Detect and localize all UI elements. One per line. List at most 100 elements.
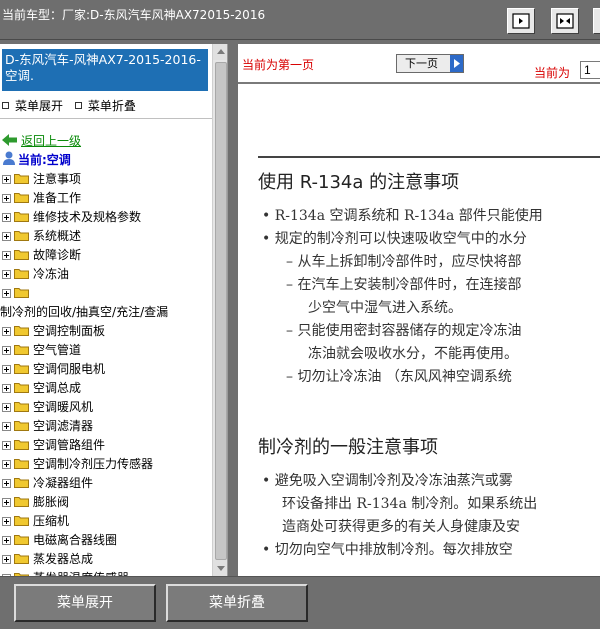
top-bar: 当前车型：厂家:D-东风汽车风神AX72015-2016 [0, 0, 600, 40]
tree-item[interactable]: 注意事项 [2, 170, 214, 189]
tree-item[interactable]: 电磁离合器线圈 [2, 531, 214, 550]
menu-group-a: 注意事项准备工作 维修技术及规格参数系统概述故障诊断 冷冻油 [2, 170, 214, 303]
tree-item-label: 膨胀阀 [33, 495, 70, 509]
tree-item[interactable]: 空调总成 [2, 379, 214, 398]
expand-node-icon[interactable] [2, 194, 11, 203]
tree-item[interactable]: 空调控制面板 [2, 322, 214, 341]
expand-menu-link[interactable]: 菜单展开 [2, 97, 63, 114]
tree-item[interactable]: 空气管道 [2, 341, 214, 360]
tree-item-label: 压缩机 [33, 514, 70, 528]
tree-item-label: 冷凝器组件 [33, 476, 94, 490]
expand-node-icon[interactable] [2, 498, 11, 507]
current-node: 当前:空调 [2, 151, 214, 170]
expand-node-icon[interactable] [2, 441, 11, 450]
square-icon [74, 102, 82, 109]
tree-item-label: 电磁离合器线圈 [33, 533, 118, 547]
folder-icon [14, 285, 29, 298]
back-arrow-icon [2, 134, 17, 146]
expand-node-icon[interactable] [2, 384, 11, 393]
tree-item[interactable]: 空调制冷剂压力传感器 [2, 455, 214, 474]
tree-item[interactable]: 冷冻油 [2, 265, 214, 284]
expand-node-icon[interactable] [2, 365, 11, 374]
folder-icon [14, 266, 29, 279]
document-text-line: – 只能使用密封容器储存的规定冷冻油 [286, 323, 522, 339]
footer-collapse-button[interactable]: 菜单折叠 [166, 584, 308, 622]
tree-item[interactable]: 维修技术及规格参数 [2, 208, 214, 227]
expand-node-icon[interactable] [2, 175, 11, 184]
page-number-input[interactable] [580, 61, 600, 79]
folder-icon [14, 418, 29, 431]
tree-item[interactable]: 空调管路组件 [2, 436, 214, 455]
expand-node-icon[interactable] [2, 289, 11, 298]
document-text-line: – 切勿让冷冻油 （东风风神空调系统 [286, 369, 512, 385]
tree-item[interactable]: 压缩机 [2, 512, 214, 531]
tree-item[interactable]: 空调滤清器 [2, 417, 214, 436]
folder-icon [14, 513, 29, 526]
page-info: 当前为第一页 [242, 58, 315, 72]
expand-node-icon[interactable] [2, 479, 11, 488]
menu-scrollbar[interactable] [212, 44, 227, 576]
tree-item[interactable]: 系统概述 [2, 227, 214, 246]
heading-r134a-precautions: 使用 R-134a 的注意事项 [258, 172, 460, 193]
folder-icon [14, 342, 29, 355]
scroll-down-button[interactable] [213, 560, 227, 576]
folder-icon [14, 380, 29, 393]
square-icon [2, 102, 9, 109]
extra-toolbar-button[interactable] [593, 8, 600, 34]
document-viewer: 使用 R-134a 的注意事项 • R-134a 空调系统和 R-134a 部件… [238, 86, 600, 576]
single-page-button[interactable] [507, 8, 535, 34]
expand-node-icon[interactable] [2, 213, 11, 222]
back-link[interactable]: 返回上一级 [2, 132, 214, 151]
expand-node-icon[interactable] [2, 422, 11, 431]
menu-toggle-row: 菜单展开 菜单折叠 [2, 97, 136, 114]
expand-node-icon[interactable] [2, 327, 11, 336]
tree-item[interactable]: 膨胀阀 [2, 493, 214, 512]
tree-item-label: 空调暖风机 [33, 400, 94, 414]
expand-node-icon[interactable] [2, 251, 11, 260]
double-page-icon [556, 13, 574, 29]
footer-expand-button[interactable]: 菜单展开 [14, 584, 156, 622]
expand-node-icon[interactable] [2, 555, 11, 564]
expand-node-icon[interactable] [2, 517, 11, 526]
folder-icon [14, 456, 29, 469]
document-text-line: • R-134a 空调系统和 R-134a 部件只能使用 [262, 208, 543, 224]
tree-item-refrigerant-recovery[interactable]: 制冷剂的回收/抽真空/充注/查漏 [0, 303, 214, 322]
document-text-line: 少空气中湿气进入系统。 [308, 300, 462, 316]
tree-item[interactable]: 空调伺服电机 [2, 360, 214, 379]
tree-item[interactable]: 空调暖风机 [2, 398, 214, 417]
tree-item[interactable]: 冷凝器组件 [2, 474, 214, 493]
tree-item-label: 空调滤清器 [33, 419, 94, 433]
scroll-thumb[interactable] [215, 62, 227, 560]
tree-item-label: 空调制冷剂压力传感器 [33, 457, 154, 471]
tree-item-label: 系统概述 [33, 229, 82, 243]
document-text-line: – 在汽车上安装制冷部件时，在连接部 [286, 277, 522, 293]
tree-item[interactable]: 蒸发器总成 [2, 550, 214, 569]
next-page-button[interactable]: 下一页 [396, 54, 464, 73]
tree-item-label: 蒸发器总成 [33, 552, 94, 566]
scroll-up-button[interactable] [213, 44, 227, 60]
expand-node-icon[interactable] [2, 460, 11, 469]
tree-item[interactable]: 准备工作 [2, 189, 214, 208]
tree-item[interactable]: 故障诊断 [2, 246, 214, 265]
document-text-line: 冻油就会吸收水分，不能再使用。 [308, 346, 518, 362]
expand-node-icon[interactable] [2, 403, 11, 412]
tree-item-label: 注意事项 [33, 172, 82, 186]
document-text-line: • 避免吸入空调制冷剂及冷冻油蒸汽或雾 [262, 473, 513, 489]
expand-node-icon[interactable] [2, 270, 11, 279]
expand-node-icon[interactable] [2, 232, 11, 241]
document-text-line: • 规定的制冷剂可以快速吸收空气中的水分 [262, 231, 527, 247]
car-model-header: D-东风汽车-风神AX7-2015-2016- 空调. [2, 49, 208, 91]
folder-icon [14, 209, 29, 222]
expand-node-icon[interactable] [2, 536, 11, 545]
double-page-button[interactable] [551, 8, 579, 34]
chevron-down-icon [217, 566, 225, 571]
expand-node-icon[interactable] [2, 346, 11, 355]
collapse-menu-link[interactable]: 菜单折叠 [74, 97, 136, 114]
document-text-line: 环设备排出 R-134a 制冷剂。如果系统出 [282, 496, 538, 512]
chevron-up-icon [217, 49, 225, 54]
tree-item-label: 空调控制面板 [33, 324, 106, 338]
folder-icon [14, 228, 29, 241]
tree-item[interactable]: 蒸发器温度传感器 [2, 569, 214, 576]
folder-icon [14, 171, 29, 184]
tree-item[interactable] [2, 284, 214, 303]
